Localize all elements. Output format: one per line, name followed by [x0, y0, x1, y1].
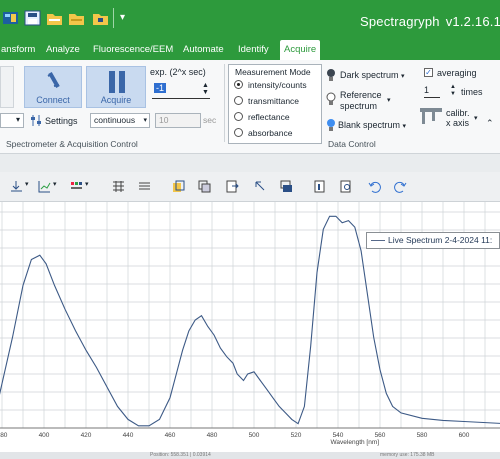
x-tick-label: 580	[417, 432, 428, 439]
window-title: Spectragryph v1.2.16.1	[360, 14, 500, 29]
tab-identify[interactable]: Identify	[234, 40, 273, 60]
quick-access-dropdown-icon[interactable]: ▾	[120, 12, 130, 28]
legend-swatch	[371, 240, 385, 242]
legend-label: Live Spectrum 2-4-2024 11:	[388, 235, 493, 245]
pause-icon	[109, 71, 125, 93]
times-spin-arrows-icon[interactable]: ▲ ▼	[450, 84, 456, 98]
reference-dropdown-icon[interactable]: ▾	[387, 96, 391, 104]
color-series-icon[interactable]	[70, 180, 83, 193]
radio-reflectance[interactable]	[234, 112, 243, 121]
plot-toolbar: ▾ ▾ ▾	[0, 172, 500, 202]
reference-spectrum-button[interactable]: Reference spectrum	[340, 90, 382, 112]
window-stack-icon[interactable]	[280, 180, 293, 193]
folder-icon[interactable]	[46, 10, 63, 26]
axis-scale-icon[interactable]	[38, 180, 51, 193]
folder-new-icon[interactable]	[92, 10, 109, 26]
duplicate-icon[interactable]	[198, 180, 211, 193]
radio-absorbance[interactable]	[234, 128, 243, 137]
interval-unit-label: sec	[203, 115, 217, 125]
x-tick-label: 520	[291, 432, 302, 439]
quick-access-separator	[113, 8, 114, 28]
redo-icon[interactable]	[394, 180, 407, 193]
radio-label-transmittance: transmittance	[248, 96, 300, 106]
x-tick-label: 480	[207, 432, 218, 439]
spectrum-plot-area[interactable]: 380 400 420 440 460 480 500 520 540 560 580 600 Wave…	[0, 202, 500, 459]
undo-icon[interactable]	[368, 180, 381, 193]
radio-label-reflectance: reflectance	[248, 112, 290, 122]
search-document-icon[interactable]	[340, 180, 353, 193]
times-label: times	[461, 87, 483, 97]
radio-intensity-counts[interactable]	[234, 80, 243, 89]
averaging-label: averaging	[437, 68, 477, 78]
caliper-icon	[420, 108, 442, 124]
plug-icon	[47, 72, 60, 88]
tab-fluorescence-eem[interactable]: Fluorescence/EEM	[89, 40, 177, 60]
ribbon: ▾ Settings Connect Acquire exp. (2^x sec…	[0, 60, 500, 154]
status-position: Position: 558.351 | 0.03914	[150, 452, 211, 458]
x-tick-label: 400	[39, 432, 50, 439]
status-memory: memory use: 175.38 MB	[380, 452, 435, 458]
x-tick-label: 600	[459, 432, 470, 439]
averaging-times-input[interactable]: 1	[424, 85, 440, 98]
calibrate-dropdown-icon[interactable]: ▾	[474, 114, 478, 122]
import-dropdown-icon[interactable]: ▾	[25, 180, 29, 188]
color-dropdown-icon[interactable]: ▾	[85, 180, 89, 188]
ribbon-collapse-icon[interactable]: ⌃	[486, 118, 494, 129]
acquisition-mode-select[interactable]: continuous ▾	[90, 113, 150, 128]
grid-icon[interactable]	[112, 180, 125, 193]
ribbon-separator	[224, 64, 225, 142]
settings-button[interactable]: Settings	[45, 116, 78, 126]
radio-transmittance[interactable]	[234, 96, 243, 105]
reference-spectrum-bulb-icon	[326, 92, 336, 105]
exposure-spin-arrows-icon[interactable]: ▲ ▼	[202, 82, 209, 96]
exposure-value: -1	[154, 83, 167, 93]
tab-acquire[interactable]: Acquire	[280, 40, 321, 60]
connect-button[interactable]: Connect	[24, 66, 82, 108]
dark-spectrum-bulb-icon	[327, 69, 335, 81]
group-label-spectrometer: Spectrometer & Acquisition Control	[6, 139, 138, 149]
blank-spectrum-button[interactable]: Blank spectrum ▾	[338, 120, 406, 130]
exposure-label: exp. (2^x sec)	[150, 67, 206, 77]
settings-icon[interactable]	[30, 114, 43, 127]
save-icon[interactable]	[24, 10, 41, 26]
tab-automate[interactable]: Automate	[179, 40, 228, 60]
x-tick-label: 560	[375, 432, 386, 439]
status-bar: Position: 558.351 | 0.03914 memory use: …	[0, 452, 500, 459]
chart-legend[interactable]: Live Spectrum 2-4-2024 11:	[366, 232, 500, 249]
export-icon[interactable]	[226, 180, 239, 193]
group-label-data-control: Data Control	[328, 139, 376, 149]
x-tick-label: 500	[249, 432, 260, 439]
x-tick-label: 460	[165, 432, 176, 439]
radio-label-absorbance: absorbance	[248, 128, 293, 138]
info-icon[interactable]	[314, 180, 327, 193]
dark-spectrum-button[interactable]: Dark spectrum ▾	[340, 70, 405, 80]
menu-bar: ansform Analyze Fluorescence/EEM Automat…	[0, 40, 500, 60]
app-icon[interactable]	[2, 10, 19, 26]
list-icon[interactable]	[138, 180, 151, 193]
folder-icon[interactable]	[68, 10, 85, 26]
x-tick-label: 420	[81, 432, 92, 439]
radio-label-intensity: intensity/counts	[248, 80, 307, 90]
calibrate-x-axis-button[interactable]: calibr. x axis	[446, 108, 470, 128]
zoom-extent-icon[interactable]	[254, 180, 267, 193]
ribbon-left-partial-button[interactable]	[0, 66, 14, 108]
x-tick-label: 380	[0, 432, 8, 439]
import-icon[interactable]	[10, 180, 23, 193]
device-select-dropdown[interactable]: ▾	[0, 113, 24, 128]
x-tick-label: 440	[123, 432, 134, 439]
x-tick-label: 540	[333, 432, 344, 439]
tab-analyze[interactable]: Analyze	[42, 40, 84, 60]
interval-input[interactable]: 10	[155, 113, 201, 128]
tab-transform[interactable]: ansform	[0, 40, 39, 60]
averaging-checkbox[interactable]: ✓	[424, 68, 433, 77]
blank-spectrum-bulb-icon	[327, 119, 335, 131]
copy-icon[interactable]	[172, 180, 185, 193]
measurement-mode-group: Measurement Mode intensity/counts transm…	[228, 64, 322, 144]
x-axis-label: Wavelength [nm]	[331, 439, 380, 446]
title-bar: ▾ Spectragryph v1.2.16.1	[0, 0, 500, 40]
axis-dropdown-icon[interactable]: ▾	[53, 180, 57, 188]
acquire-button[interactable]: Acquire	[86, 66, 146, 108]
